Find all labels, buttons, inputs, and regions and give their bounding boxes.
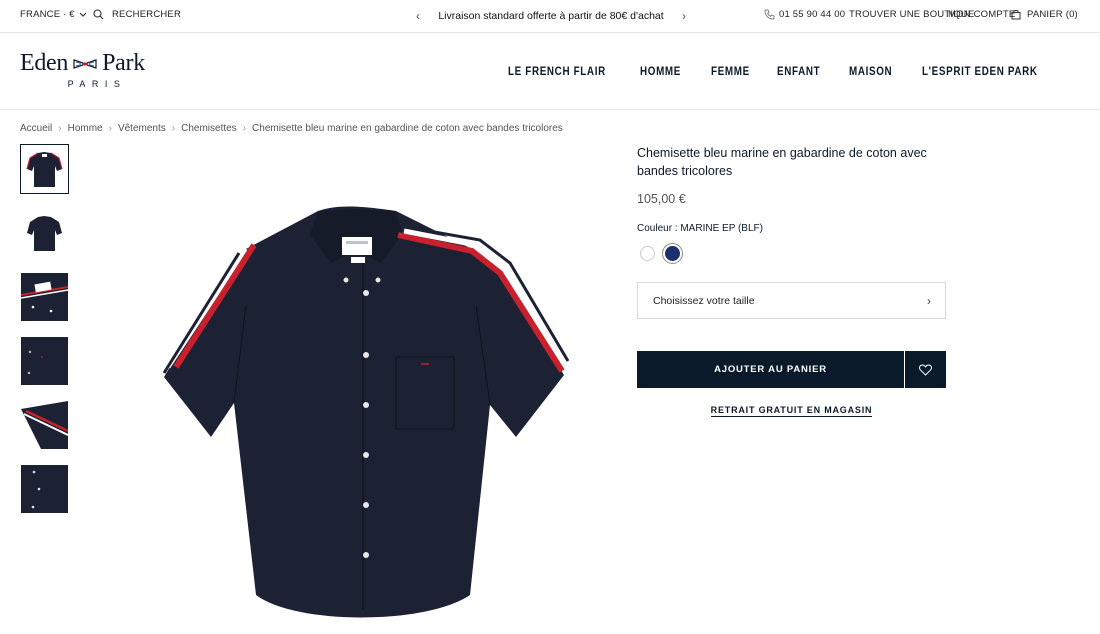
cart-label: PANIER (0) (1027, 9, 1078, 20)
promo-text: Livraison standard offerte à partir de 8… (438, 10, 664, 22)
nav-item-enfant[interactable]: ENFANT (777, 64, 820, 78)
thumbnail-button-detail[interactable] (21, 465, 68, 513)
store-pickup-link[interactable]: RETRAIT GRATUIT EN MAGASIN (637, 405, 946, 417)
region-selector[interactable]: FRANCE · € (20, 9, 87, 20)
wishlist-button[interactable] (905, 351, 946, 388)
chevron-right-icon[interactable]: › (682, 9, 686, 23)
phone-icon (764, 9, 775, 20)
nav-item-femme[interactable]: FEMME (711, 64, 750, 78)
account-link[interactable]: MON COMPTE (948, 9, 1015, 20)
region-label: FRANCE · € (20, 9, 75, 20)
site-header: Eden Park PARIS LE FRENCH FLAIR HOMME FE… (0, 34, 1100, 110)
phone-number: 01 55 90 44 00 (779, 9, 846, 20)
breadcrumb-item-vetements[interactable]: Vêtements (118, 123, 166, 134)
brand-name-right: Park (102, 50, 145, 76)
color-swatches (637, 243, 946, 264)
account-label: MON COMPTE (948, 9, 1016, 20)
thumbnail-back[interactable] (21, 209, 68, 257)
chevron-down-icon (79, 12, 87, 17)
breadcrumb-item-homme[interactable]: Homme (68, 123, 103, 134)
heart-icon (919, 363, 932, 376)
breadcrumb-item-chemisettes[interactable]: Chemisettes (181, 123, 237, 134)
thumbnail-sleeve-detail[interactable] (21, 401, 68, 449)
thumbnail-front[interactable] (20, 144, 69, 194)
nav-item-homme[interactable]: HOMME (640, 64, 681, 78)
shirt-illustration (162, 206, 570, 618)
purchase-actions: AJOUTER AU PANIER (637, 351, 946, 388)
size-select[interactable]: Choisissez votre taille › (637, 282, 946, 319)
brand-logo[interactable]: Eden Park PARIS (20, 50, 160, 89)
promo-carousel: ‹ Livraison standard offerte à partir de… (416, 9, 686, 23)
chevron-right-icon: › (171, 123, 176, 134)
top-utility-bar: FRANCE · € RECHERCHER ‹ Livraison standa… (0, 0, 1100, 33)
add-to-cart-button[interactable]: AJOUTER AU PANIER (637, 351, 904, 388)
breadcrumb-item-current: Chemisette bleu marine en gabardine de c… (252, 123, 563, 134)
product-info-panel: Chemisette bleu marine en gabardine de c… (637, 145, 946, 417)
product-title: Chemisette bleu marine en gabardine de c… (637, 146, 927, 178)
brand-wordmark: Eden Park (20, 50, 160, 77)
thumbnail-gallery (20, 144, 69, 529)
swatch-navy[interactable] (662, 243, 683, 264)
chevron-right-icon: › (108, 123, 112, 134)
main-navigation: LE FRENCH FLAIR HOMME FEMME ENFANT MAISO… (508, 64, 1063, 78)
swatch-white[interactable] (640, 246, 655, 261)
breadcrumb: Accueil › Homme › Vêtements › Chemisette… (20, 123, 563, 134)
chevron-left-icon[interactable]: ‹ (416, 9, 420, 23)
search-link[interactable]: RECHERCHER (93, 9, 181, 20)
size-select-placeholder: Choisissez votre taille (653, 294, 755, 307)
bow-tie-icon (73, 58, 97, 69)
nav-item-maison[interactable]: MAISON (849, 64, 892, 78)
nav-item-esprit[interactable]: L'ESPRIT EDEN PARK (922, 64, 1038, 78)
store-pickup-label: RETRAIT GRATUIT EN MAGASIN (710, 405, 873, 417)
shopping-bag-icon (1011, 9, 1021, 20)
brand-name-left: Eden (20, 50, 69, 76)
product-main-image[interactable] (96, 145, 616, 634)
brand-tagline: PARIS (67, 79, 127, 89)
search-icon (93, 9, 104, 20)
breadcrumb-item-accueil[interactable]: Accueil (20, 123, 52, 134)
thumbnail-collar-detail[interactable] (21, 273, 68, 321)
chevron-right-icon: › (927, 293, 931, 308)
nav-item-french-flair[interactable]: LE FRENCH FLAIR (508, 64, 606, 78)
search-label: RECHERCHER (112, 9, 182, 20)
phone-link[interactable]: 01 55 90 44 00 (764, 9, 845, 20)
cart-link[interactable]: PANIER (0) (1011, 9, 1078, 20)
product-price: 105,00 € (637, 192, 686, 206)
color-label: Couleur : MARINE EP (BLF) (637, 223, 763, 234)
chevron-right-icon: › (242, 123, 247, 134)
chevron-right-icon: › (58, 123, 62, 134)
thumbnail-fabric-detail[interactable] (21, 337, 68, 385)
